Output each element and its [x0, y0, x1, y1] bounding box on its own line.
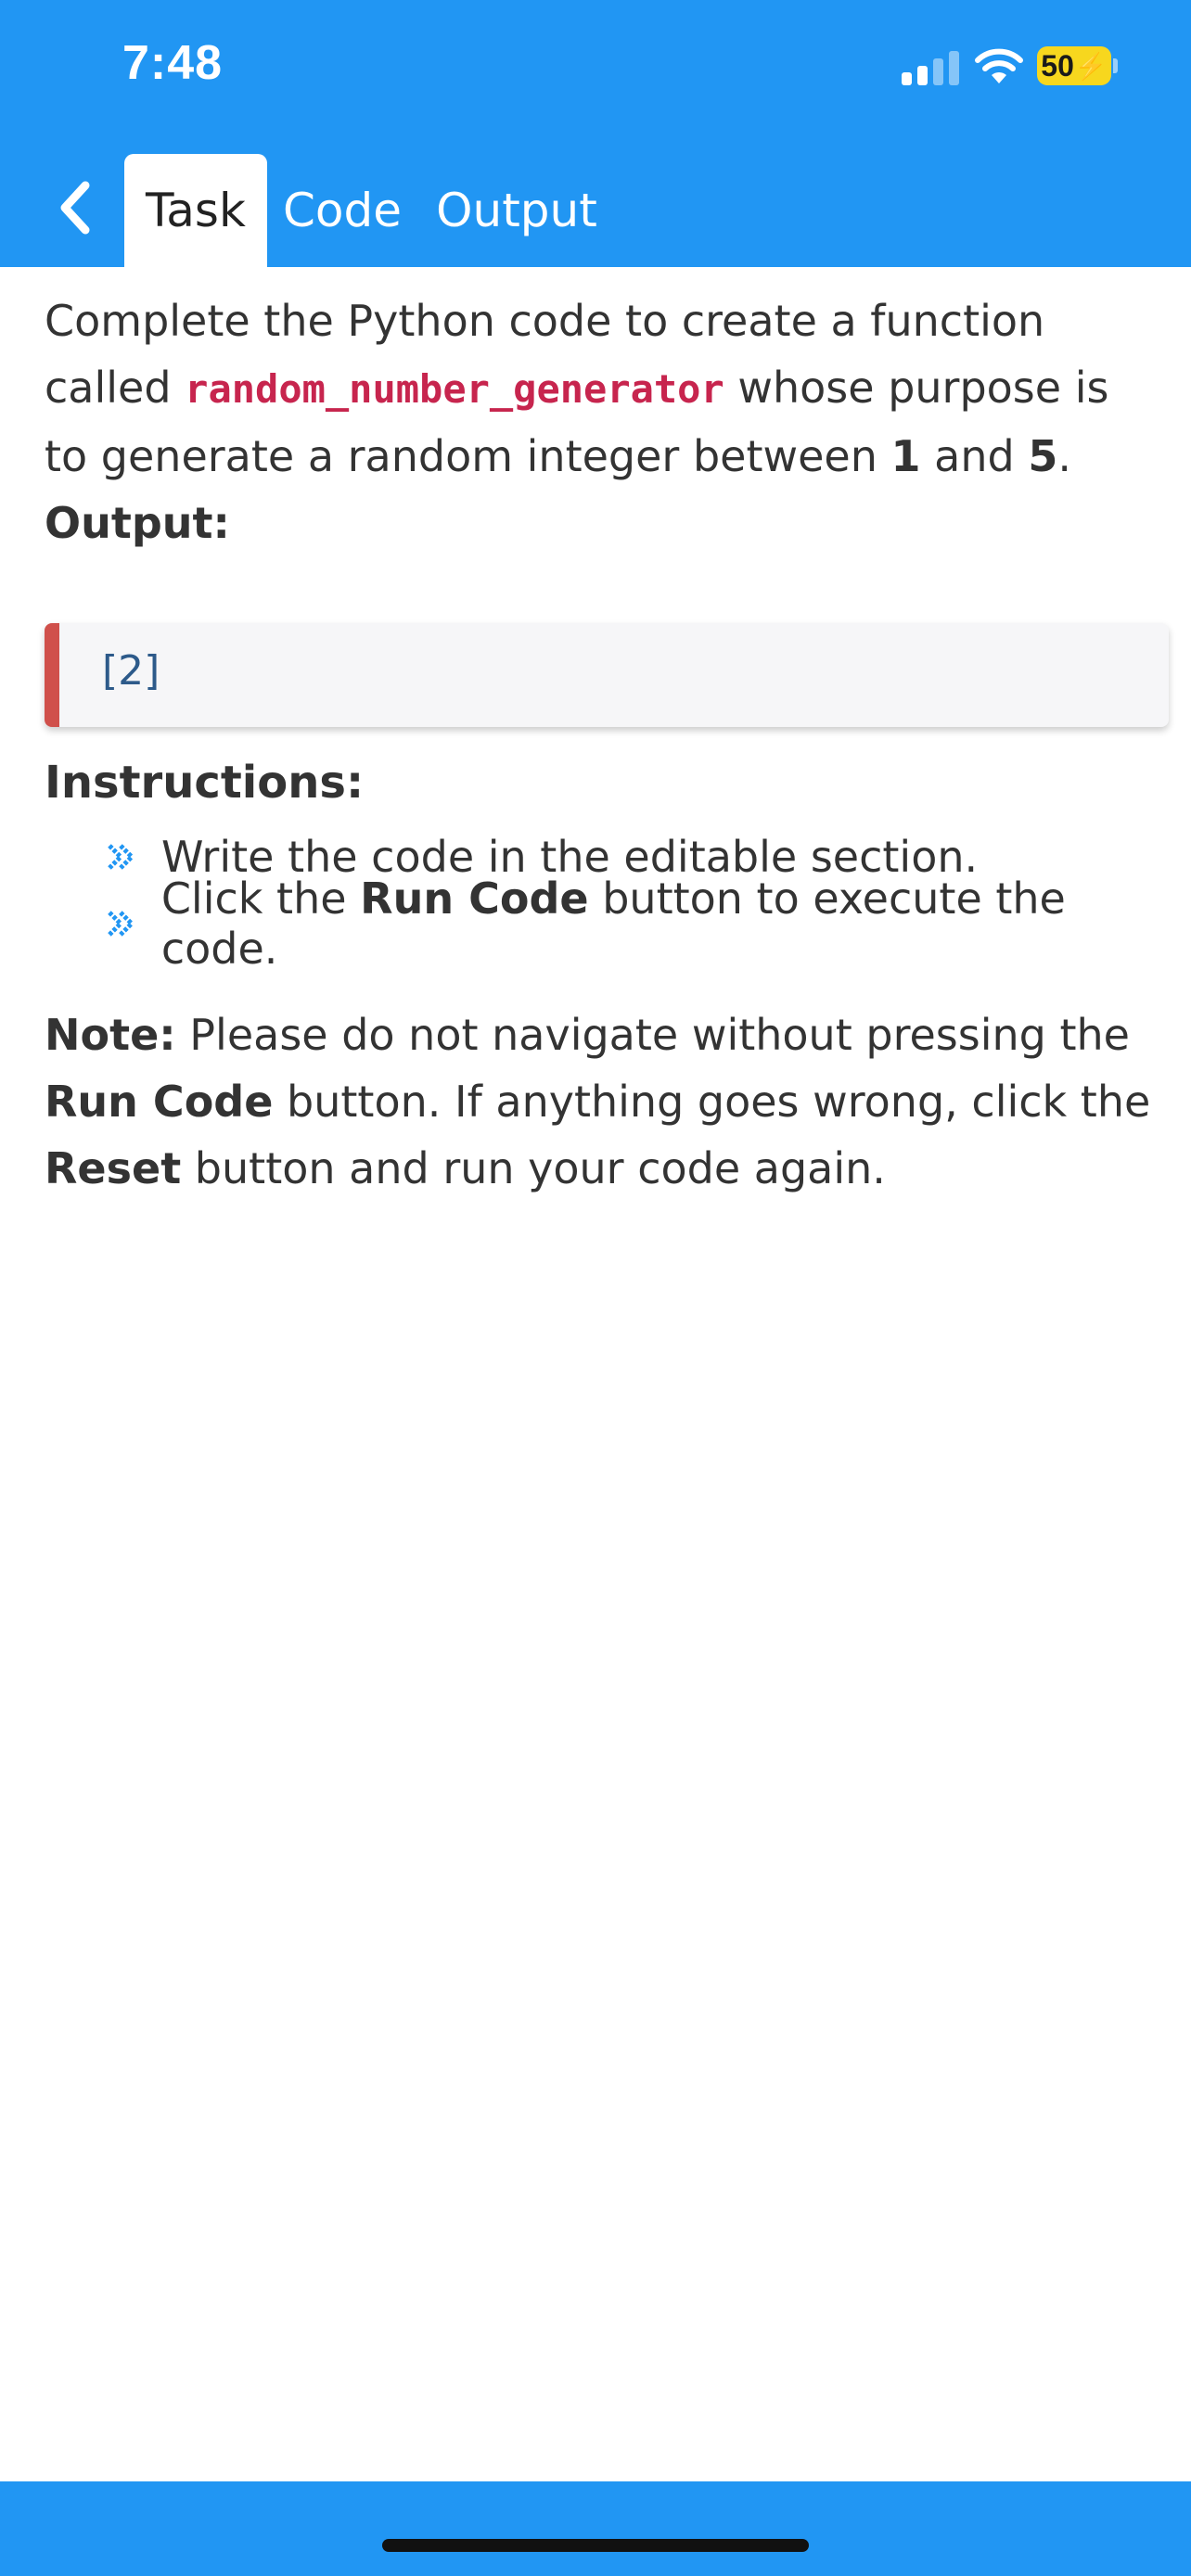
app-footer-bar	[0, 2481, 1191, 2576]
note-paragraph: Note: Please do not navigate without pre…	[45, 1001, 1167, 1202]
and-text: and	[920, 431, 1029, 481]
range-low: 1	[890, 431, 921, 481]
task-description: Complete the Python code to create a fun…	[45, 287, 1158, 556]
tab-task-label: Task	[146, 184, 246, 237]
instructions-title: Instructions:	[45, 757, 365, 809]
double-chevron-bullet-icon	[108, 911, 135, 937]
note-label: Note:	[45, 1010, 176, 1060]
tab-output-label: Output	[436, 184, 597, 237]
note-text-2: button. If anything goes wrong, click th…	[273, 1077, 1151, 1127]
battery-nub	[1113, 58, 1118, 73]
back-button[interactable]	[46, 172, 102, 243]
output-box	[45, 623, 1169, 727]
note-text-1: Please do not navigate without pressing …	[175, 1010, 1130, 1060]
task-text: Complete the Python code to create a fun…	[45, 287, 1158, 490]
note-run-code: Run Code	[45, 1077, 274, 1127]
app-header: 7:48 50 ⚡ Task Code Output	[0, 0, 1191, 267]
instruction-item-2-text: Click the Run Code button to execute the…	[161, 874, 1191, 974]
status-time: 7:48	[122, 36, 224, 90]
period: .	[1057, 431, 1071, 481]
double-chevron-bullet-icon	[108, 844, 135, 870]
tab-code[interactable]: Code	[282, 154, 403, 267]
charging-bolt-icon: ⚡	[1074, 51, 1108, 81]
note-reset: Reset	[45, 1143, 182, 1193]
battery-level: 50	[1041, 48, 1074, 83]
battery-icon: 50 ⚡	[1037, 46, 1111, 85]
note-text-3: button and run your code again.	[181, 1143, 886, 1193]
output-label: Output:	[45, 498, 230, 548]
tab-output[interactable]: Output	[429, 154, 605, 267]
range-high: 5	[1028, 431, 1058, 481]
wifi-icon	[975, 48, 1023, 83]
instruction-item-2-pre: Click the	[160, 874, 361, 924]
chevron-left-icon	[60, 181, 90, 235]
output-value: [2]	[102, 647, 160, 695]
home-indicator[interactable]	[382, 2539, 809, 2552]
tab-task[interactable]: Task	[124, 154, 267, 267]
cellular-signal-icon	[902, 50, 959, 85]
tab-code-label: Code	[282, 184, 402, 237]
function-name: random_number_generator	[185, 366, 724, 412]
instruction-item-2: Click the Run Code button to execute the…	[104, 874, 1191, 974]
instruction-item-2-bold: Run Code	[360, 874, 589, 924]
